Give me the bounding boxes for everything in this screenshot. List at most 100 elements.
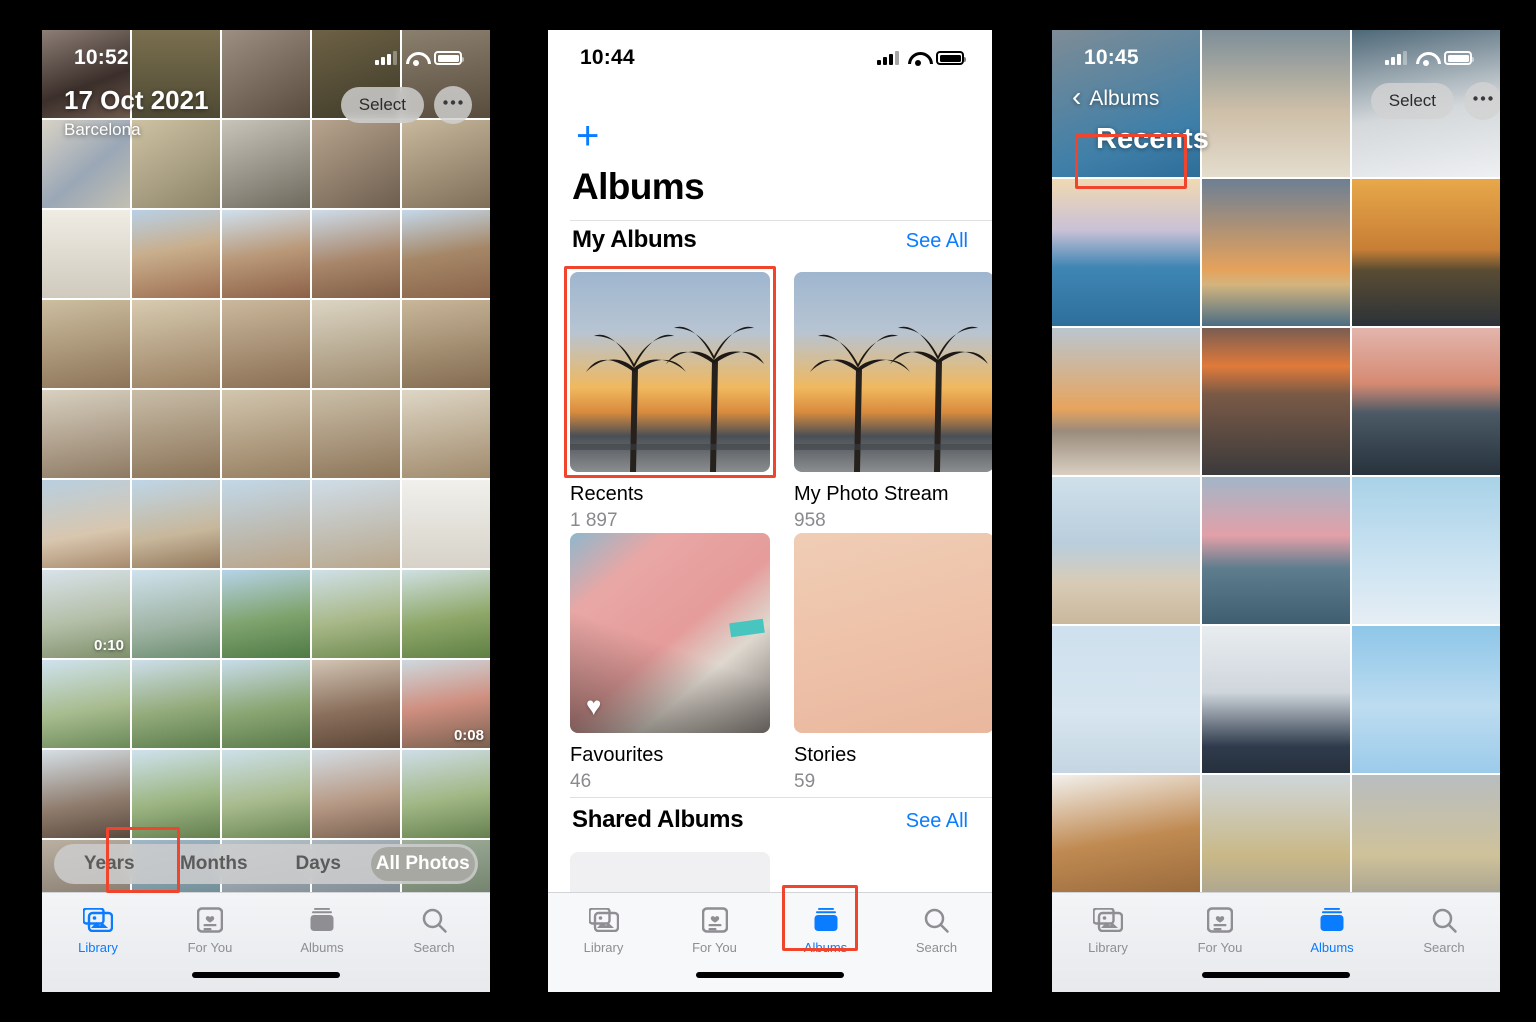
more-options-button[interactable] <box>1464 82 1500 120</box>
add-album-button[interactable]: + <box>576 116 599 156</box>
segment-days[interactable]: Days <box>266 847 371 881</box>
heart-icon: ♥ <box>586 691 602 721</box>
photo-thumbnail[interactable] <box>402 480 490 568</box>
album-card[interactable]: Recents 1 897 <box>570 272 770 532</box>
photo-thumbnail[interactable] <box>312 390 400 478</box>
photo-grid-library[interactable]: 0:10 0:08 <box>42 30 490 930</box>
photo-thumbnail[interactable] <box>1352 626 1500 773</box>
chevron-left-icon: ‹ <box>1072 81 1082 112</box>
more-options-button[interactable] <box>434 86 472 124</box>
tab-for-you[interactable]: For You <box>154 905 266 955</box>
photo-thumbnail[interactable] <box>222 480 310 568</box>
status-indicators <box>877 51 966 66</box>
photo-thumbnail[interactable] <box>1052 626 1200 773</box>
photo-thumbnail[interactable] <box>132 210 220 298</box>
back-label: Albums <box>1089 86 1160 110</box>
album-card[interactable]: My Photo Stream 958 <box>794 272 992 532</box>
photo-thumbnail[interactable] <box>312 300 400 388</box>
select-button[interactable]: Select <box>340 87 424 123</box>
photo-thumbnail[interactable]: 0:08 <box>402 660 490 748</box>
header-actions: Select <box>1370 82 1500 120</box>
tab-albums[interactable]: Albums <box>1276 905 1388 955</box>
album-thumbnail[interactable] <box>570 272 770 472</box>
album-count: 59 <box>794 771 816 792</box>
tab-bar[interactable]: Library For You Albums Search <box>42 892 490 992</box>
album-card[interactable]: Stories 59 <box>794 533 992 793</box>
photo-thumbnail[interactable] <box>222 210 310 298</box>
tab-albums[interactable]: Albums <box>266 905 378 955</box>
tab-search[interactable]: Search <box>881 905 992 955</box>
photo-thumbnail[interactable] <box>1202 626 1350 773</box>
albums-stack-icon <box>1318 905 1346 935</box>
album-card[interactable]: ♥ Favourites 46 <box>570 533 770 793</box>
photo-thumbnail[interactable] <box>222 660 310 748</box>
segment-months[interactable]: Months <box>162 847 267 881</box>
photo-thumbnail[interactable] <box>132 390 220 478</box>
select-button[interactable]: Select <box>1370 83 1454 119</box>
photo-thumbnail[interactable] <box>132 660 220 748</box>
tab-library[interactable]: Library <box>548 905 659 955</box>
photo-thumbnail[interactable] <box>312 480 400 568</box>
photo-thumbnail[interactable] <box>1202 179 1350 326</box>
photo-thumbnail[interactable] <box>1052 179 1200 326</box>
tab-library[interactable]: Library <box>42 905 154 955</box>
photo-thumbnail[interactable] <box>402 390 490 478</box>
photo-thumbnail[interactable] <box>222 300 310 388</box>
photo-thumbnail[interactable] <box>1352 328 1500 475</box>
photo-thumbnail[interactable] <box>1202 328 1350 475</box>
photo-thumbnail[interactable] <box>312 750 400 838</box>
photo-thumbnail[interactable] <box>402 210 490 298</box>
album-thumbnail[interactable]: ♥ <box>570 533 770 733</box>
photo-thumbnail[interactable] <box>132 480 220 568</box>
phone-screen-library: 0:10 0:08 10:52 17 Oct 2021 Barcelona Sel… <box>42 30 490 992</box>
photo-thumbnail[interactable] <box>312 660 400 748</box>
photo-thumbnail[interactable] <box>402 750 490 838</box>
photo-thumbnail[interactable] <box>1352 179 1500 326</box>
recents-header: ‹ Albums Recents Select <box>1052 81 1500 156</box>
photo-thumbnail[interactable] <box>312 570 400 658</box>
photo-thumbnail[interactable] <box>1052 477 1200 624</box>
album-thumbnail[interactable] <box>794 272 992 472</box>
photo-thumbnail[interactable] <box>402 300 490 388</box>
see-all-my-albums[interactable]: See All <box>906 230 968 253</box>
photo-thumbnail[interactable] <box>132 570 220 658</box>
photo-thumbnail[interactable] <box>1352 477 1500 624</box>
photo-thumbnail[interactable] <box>42 210 130 298</box>
tab-label: For You <box>1197 940 1243 955</box>
photo-thumbnail[interactable] <box>42 660 130 748</box>
segment-years[interactable]: Years <box>57 847 162 881</box>
tab-bar[interactable]: Library For You Albums Search <box>1052 892 1500 992</box>
photo-thumbnail[interactable] <box>402 570 490 658</box>
segment-all-photos[interactable]: All Photos <box>370 847 475 881</box>
photo-thumbnail[interactable] <box>132 750 220 838</box>
tab-albums[interactable]: Albums <box>770 905 881 955</box>
tab-library[interactable]: Library <box>1052 905 1164 955</box>
photo-thumbnail[interactable] <box>1202 477 1350 624</box>
photo-thumbnail[interactable] <box>42 750 130 838</box>
photo-thumbnail[interactable] <box>1052 328 1200 475</box>
see-all-shared-albums[interactable]: See All <box>906 810 968 833</box>
header-actions: Select <box>340 86 472 124</box>
photo-thumbnail[interactable] <box>222 570 310 658</box>
search-icon <box>923 905 950 935</box>
photo-thumbnail[interactable] <box>312 210 400 298</box>
cellular-signal-icon <box>877 51 899 65</box>
tab-search[interactable]: Search <box>1388 905 1500 955</box>
tab-search[interactable]: Search <box>378 905 490 955</box>
photo-thumbnail[interactable] <box>42 300 130 388</box>
library-segmented-control[interactable]: Years Months Days All Photos <box>54 844 478 884</box>
tab-bar[interactable]: Library For You Albums Search <box>548 892 992 992</box>
album-thumbnail[interactable] <box>794 533 992 733</box>
photo-thumbnail[interactable]: 0:10 <box>42 570 130 658</box>
tab-for-you[interactable]: For You <box>1164 905 1276 955</box>
photo-thumbnail[interactable] <box>42 390 130 478</box>
photo-thumbnail[interactable] <box>222 750 310 838</box>
album-name: My Photo Stream <box>794 483 949 505</box>
photo-thumbnail[interactable] <box>42 480 130 568</box>
album-title: Recents <box>1096 123 1209 155</box>
tab-label: Search <box>1423 940 1465 955</box>
photo-thumbnail[interactable] <box>222 390 310 478</box>
tab-for-you[interactable]: For You <box>659 905 770 955</box>
photo-grid-recents[interactable] <box>1052 30 1500 922</box>
photo-thumbnail[interactable] <box>132 300 220 388</box>
